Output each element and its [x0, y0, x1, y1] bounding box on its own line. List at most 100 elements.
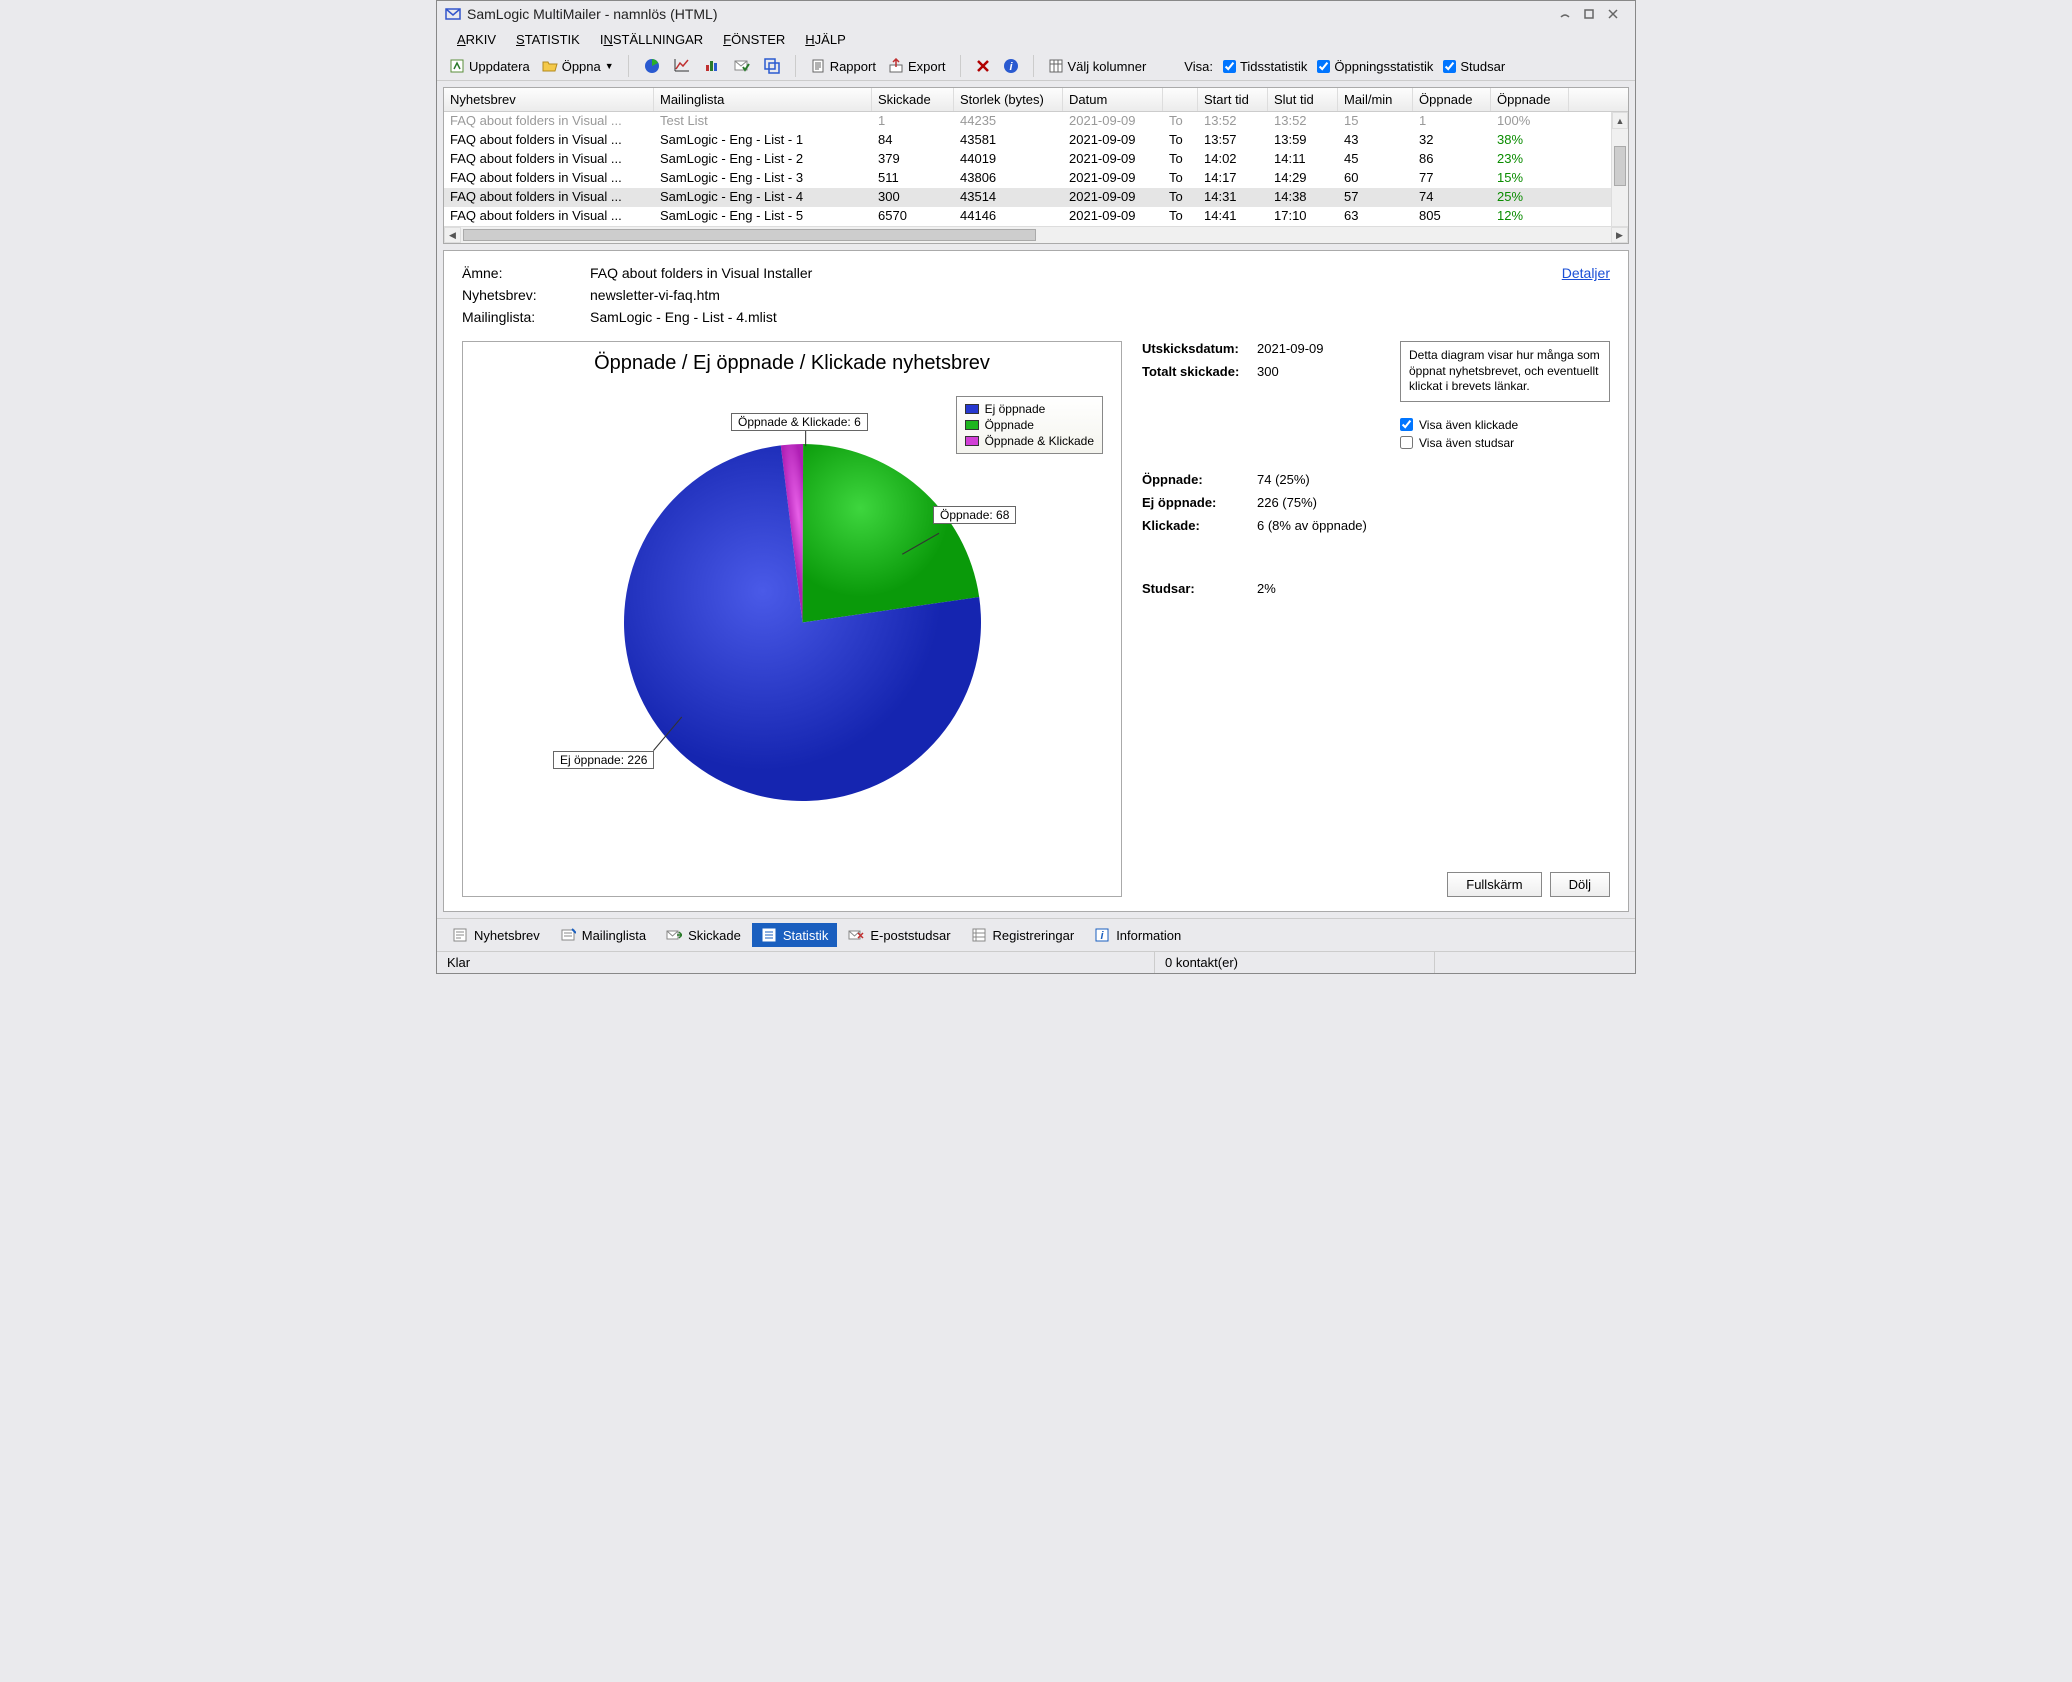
status-left: Klar — [437, 952, 1155, 973]
chart-title: Öppnade / Ej öppnade / Klickade nyhetsbr… — [463, 342, 1121, 381]
amne-value: FAQ about folders in Visual Installer — [590, 265, 812, 281]
horizontal-scrollbar[interactable]: ◀▶ — [444, 226, 1628, 243]
bar-chart-button[interactable] — [699, 55, 725, 77]
table-row[interactable]: FAQ about folders in Visual ...SamLogic … — [444, 131, 1628, 150]
sent-icon — [666, 927, 682, 943]
delete-icon — [975, 58, 991, 74]
columns-button[interactable]: Välj kolumner — [1044, 56, 1151, 76]
col-mailmin[interactable]: Mail/min — [1338, 88, 1413, 111]
app-window: SamLogic MultiMailer - namnlös (HTML) AR… — [436, 0, 1636, 974]
hide-button[interactable]: Dölj — [1550, 872, 1610, 897]
table-row[interactable]: FAQ about folders in Visual ...SamLogic … — [444, 150, 1628, 169]
overlap-chart-button[interactable] — [759, 55, 785, 77]
grid-header: Nyhetsbrev Mailinglista Skickade Storlek… — [444, 88, 1628, 112]
col-nyhetsbrev[interactable]: Nyhetsbrev — [444, 88, 654, 111]
line-chart-icon — [673, 57, 691, 75]
bounce-icon — [848, 927, 864, 943]
col-storlek[interactable]: Storlek (bytes) — [954, 88, 1063, 111]
menu-hjalp[interactable]: HJÄLP — [795, 29, 855, 50]
tab-statistik[interactable]: Statistik — [752, 923, 838, 947]
col-skickade[interactable]: Skickade — [872, 88, 954, 111]
side-stats: Detta diagram visar hur många som öppnat… — [1142, 341, 1610, 897]
pie-chart: Öppnade / Ej öppnade / Klickade nyhetsbr… — [462, 341, 1122, 897]
status-right — [1435, 952, 1635, 973]
report-button[interactable]: Rapport — [806, 56, 880, 76]
bar-chart-icon — [703, 57, 721, 75]
menu-statistik[interactable]: STATISTIK — [506, 29, 590, 50]
registrations-icon — [971, 927, 987, 943]
info-icon: i — [1003, 58, 1019, 74]
details-link[interactable]: Detaljer — [1562, 265, 1610, 281]
bottom-tabs: Nyhetsbrev Mailinglista Skickade Statist… — [437, 918, 1635, 951]
data-grid: Nyhetsbrev Mailinglista Skickade Storlek… — [443, 87, 1629, 244]
information-icon: i — [1094, 927, 1110, 943]
studsar-checkbox[interactable]: Studsar — [1443, 59, 1505, 74]
app-icon — [445, 6, 461, 22]
statusbar: Klar 0 kontakt(er) — [437, 951, 1635, 973]
col-datum[interactable]: Datum — [1063, 88, 1163, 111]
tab-information[interactable]: iInformation — [1085, 923, 1190, 947]
visa-label: Visa: — [1184, 59, 1213, 74]
status-contacts: 0 kontakt(er) — [1155, 952, 1435, 973]
pie-chart-button[interactable] — [639, 55, 665, 77]
open-button[interactable]: Öppna ▼ — [538, 56, 618, 76]
col-sluttid[interactable]: Slut tid — [1268, 88, 1338, 111]
chart-description: Detta diagram visar hur många som öppnat… — [1400, 341, 1610, 402]
mail-stats-button[interactable] — [729, 55, 755, 77]
mail-check-icon — [733, 57, 751, 75]
export-button[interactable]: Export — [884, 56, 950, 76]
col-oppnade-pct[interactable]: Öppnade — [1491, 88, 1569, 111]
tidsstatistik-checkbox[interactable]: Tidsstatistik — [1223, 59, 1307, 74]
menu-fonster[interactable]: FÖNSTER — [713, 29, 795, 50]
table-row[interactable]: FAQ about folders in Visual ...SamLogic … — [444, 188, 1628, 207]
menubar: ARKIV STATISTIK INSTÄLLNINGAR FÖNSTER HJ… — [437, 27, 1635, 52]
amne-label: Ämne: — [462, 265, 590, 281]
table-row[interactable]: FAQ about folders in Visual ...Test List… — [444, 112, 1628, 131]
export-icon — [888, 58, 904, 74]
chart-legend: Ej öppnade Öppnade Öppnade & Klickade — [956, 396, 1103, 454]
details-panel: Detaljer Ämne:FAQ about folders in Visua… — [443, 250, 1629, 912]
col-starttid[interactable]: Start tid — [1198, 88, 1268, 111]
fullscreen-button[interactable]: Fullskärm — [1447, 872, 1541, 897]
visa-studsar-checkbox[interactable]: Visa även studsar — [1400, 436, 1610, 450]
table-row[interactable]: FAQ about folders in Visual ...SamLogic … — [444, 169, 1628, 188]
nyhetsbrev-value: newsletter-vi-faq.htm — [590, 287, 720, 303]
table-row[interactable]: FAQ about folders in Visual ...SamLogic … — [444, 207, 1628, 226]
refresh-icon — [449, 58, 465, 74]
menu-installningar[interactable]: INSTÄLLNINGAR — [590, 29, 713, 50]
window-title: SamLogic MultiMailer - namnlös (HTML) — [467, 6, 1555, 22]
dropdown-arrow-icon: ▼ — [605, 61, 614, 71]
callout-klickade: Öppnade & Klickade: 6 — [731, 413, 868, 431]
close-button[interactable] — [1605, 5, 1627, 23]
report-icon — [810, 58, 826, 74]
tab-registreringar[interactable]: Registreringar — [962, 923, 1084, 947]
vertical-scrollbar[interactable]: ▲ — [1611, 112, 1628, 226]
tab-epoststudsar[interactable]: E-poststudsar — [839, 923, 959, 947]
col-mailinglista[interactable]: Mailinglista — [654, 88, 872, 111]
callout-oppnade: Öppnade: 68 — [933, 506, 1016, 524]
mailinglista-label: Mailinglista: — [462, 309, 590, 325]
tab-mailinglista[interactable]: Mailinglista — [551, 923, 655, 947]
oppningsstatistik-checkbox[interactable]: Öppningsstatistik — [1317, 59, 1433, 74]
tab-nyhetsbrev[interactable]: Nyhetsbrev — [443, 923, 549, 947]
col-oppnade[interactable]: Öppnade — [1413, 88, 1491, 111]
tab-skickade[interactable]: Skickade — [657, 923, 750, 947]
mailinglista-value: SamLogic - Eng - List - 4.mlist — [590, 309, 777, 325]
menu-arkiv[interactable]: ARKIV — [447, 29, 506, 50]
info-button[interactable]: i — [999, 56, 1023, 76]
titlebar: SamLogic MultiMailer - namnlös (HTML) — [437, 1, 1635, 27]
nyhetsbrev-label: Nyhetsbrev: — [462, 287, 590, 303]
minimize-button[interactable] — [1557, 5, 1579, 23]
visa-klickade-checkbox[interactable]: Visa även klickade — [1400, 418, 1610, 432]
maximize-button[interactable] — [1581, 5, 1603, 23]
mailinglist-icon — [560, 927, 576, 943]
toolbar: Uppdatera Öppna ▼ Rapport Export i Välj … — [437, 52, 1635, 81]
col-day[interactable] — [1163, 88, 1198, 111]
refresh-button[interactable]: Uppdatera — [445, 56, 534, 76]
statistics-icon — [761, 927, 777, 943]
callout-ej-oppnade: Ej öppnade: 226 — [553, 751, 654, 769]
line-chart-button[interactable] — [669, 55, 695, 77]
newsletter-icon — [452, 927, 468, 943]
pie-chart-icon — [643, 57, 661, 75]
delete-button[interactable] — [971, 56, 995, 76]
